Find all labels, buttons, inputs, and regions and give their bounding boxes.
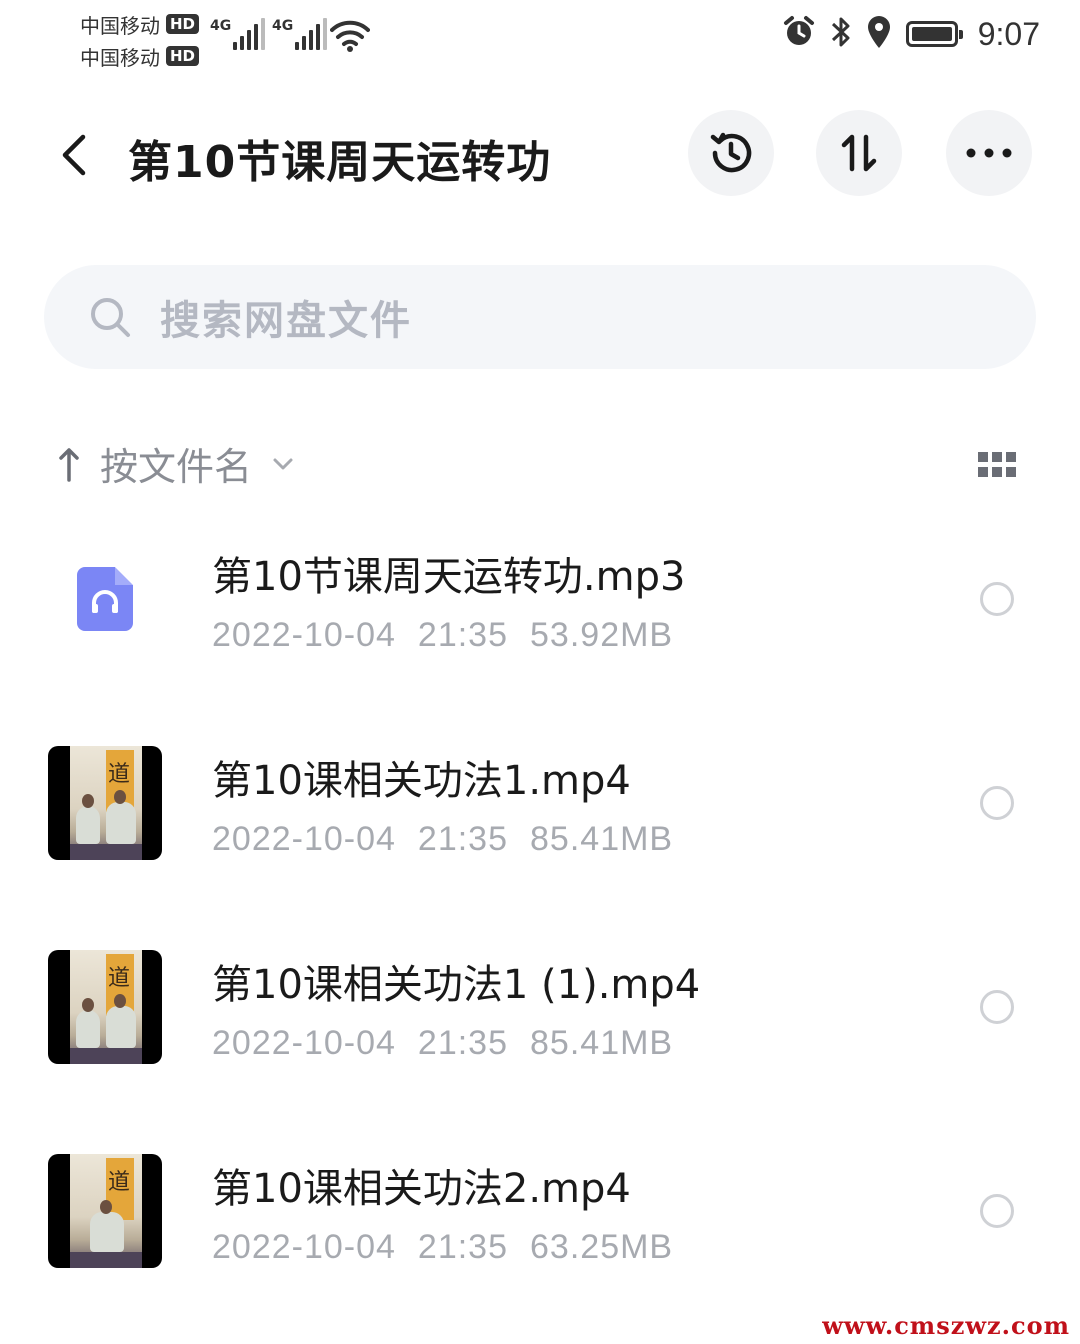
file-size: 85.41MB: [530, 820, 674, 858]
wifi-icon: [330, 18, 370, 56]
location-icon: [866, 15, 892, 53]
select-checkbox[interactable]: [980, 990, 1014, 1024]
hd-badge: HD: [166, 14, 200, 34]
file-time: 21:35: [417, 616, 509, 654]
carrier-name: 中国移动: [80, 13, 160, 38]
search-icon: [88, 295, 132, 339]
file-name: 第10节课周天运转功.mp3: [212, 554, 686, 600]
file-row[interactable]: 道 第10课相关功法2.mp4 2022-10-04 21:35 63.25MB: [0, 1112, 1080, 1316]
sort-bar: 按文件名: [0, 430, 1080, 500]
status-right-group: 9:07: [782, 14, 1040, 54]
file-meta: 2022-10-04 21:35 85.41MB: [212, 820, 673, 859]
more-button[interactable]: [946, 110, 1032, 196]
file-name: 第10课相关功法1 (1).mp4: [212, 962, 701, 1008]
video-thumbnail: 道: [48, 746, 162, 860]
search-input[interactable]: 搜索网盘文件: [44, 265, 1036, 369]
watermark-text: www.cmszwz.com: [822, 1311, 1070, 1340]
chevron-down-icon: [273, 458, 293, 469]
more-icon: [966, 148, 1012, 158]
clock-time: 9:07: [977, 15, 1040, 52]
file-row[interactable]: 道 第10课相关功法1.mp4 2022-10-04 21:35 85.41MB: [0, 704, 1080, 908]
select-checkbox[interactable]: [980, 786, 1014, 820]
header-bar: 第10节课周天运转功: [0, 100, 1080, 210]
file-time: 21:35: [417, 1024, 509, 1062]
sort-label: 按文件名: [100, 445, 253, 489]
status-bar: 中国移动 HD 中国移动 HD 4G 4G 9:07: [0, 0, 1080, 80]
grid-view-icon[interactable]: [978, 452, 1018, 478]
file-size: 53.92MB: [530, 616, 674, 654]
select-checkbox[interactable]: [980, 582, 1014, 616]
transfer-icon: [841, 134, 877, 172]
file-meta: 2022-10-04 21:35 85.41MB: [212, 1024, 673, 1063]
sort-ascending-icon: [59, 447, 79, 482]
file-list: 第10节课周天运转功.mp3 2022-10-04 21:35 53.92MB 道 …: [0, 500, 1080, 1316]
audio-file-icon: [48, 542, 162, 656]
hd-badge: HD: [166, 46, 200, 66]
select-checkbox[interactable]: [980, 1194, 1014, 1228]
alarm-icon: [782, 15, 816, 53]
sort-dropdown[interactable]: 按文件名: [56, 436, 294, 491]
back-button[interactable]: [44, 122, 104, 188]
file-name: 第10课相关功法2.mp4: [212, 1166, 631, 1212]
signal-strength-icon: 4G: [272, 16, 330, 50]
file-date: 2022-10-04: [212, 1024, 396, 1062]
back-chevron-icon: [62, 134, 86, 176]
file-size: 63.25MB: [530, 1228, 674, 1266]
battery-icon: [905, 21, 963, 47]
page-title: 第10节课周天运转功: [128, 137, 552, 188]
history-button[interactable]: [688, 110, 774, 196]
video-thumbnail: 道: [48, 1154, 162, 1268]
carrier-info: 中国移动 HD 中国移动 HD: [80, 8, 200, 72]
file-row[interactable]: 第10节课周天运转功.mp3 2022-10-04 21:35 53.92MB: [0, 500, 1080, 704]
transfer-button[interactable]: [816, 110, 902, 196]
screen: 中国移动 HD 中国移动 HD 4G 4G 9:07 第10节课周天运转功 搜索…: [0, 0, 1080, 1344]
file-date: 2022-10-04: [212, 616, 396, 654]
search-placeholder: 搜索网盘文件: [160, 298, 412, 344]
network-type-label: 4G: [272, 18, 294, 34]
file-time: 21:35: [417, 820, 509, 858]
carrier-name: 中国移动: [80, 45, 160, 70]
history-icon: [710, 132, 752, 173]
file-date: 2022-10-04: [212, 820, 396, 858]
video-thumbnail: 道: [48, 950, 162, 1064]
file-size: 85.41MB: [530, 1024, 674, 1062]
signal-strength-icon: 4G: [210, 16, 268, 50]
file-row[interactable]: 道 第10课相关功法1 (1).mp4 2022-10-04 21:35 85.41…: [0, 908, 1080, 1112]
file-time: 21:35: [417, 1228, 509, 1266]
headphones-icon: [92, 590, 118, 613]
file-name: 第10课相关功法1.mp4: [212, 758, 631, 804]
file-meta: 2022-10-04 21:35 53.92MB: [212, 616, 673, 655]
network-type-label: 4G: [210, 18, 232, 34]
file-date: 2022-10-04: [212, 1228, 396, 1266]
file-meta: 2022-10-04 21:35 63.25MB: [212, 1228, 673, 1267]
bluetooth-icon: [830, 14, 852, 54]
